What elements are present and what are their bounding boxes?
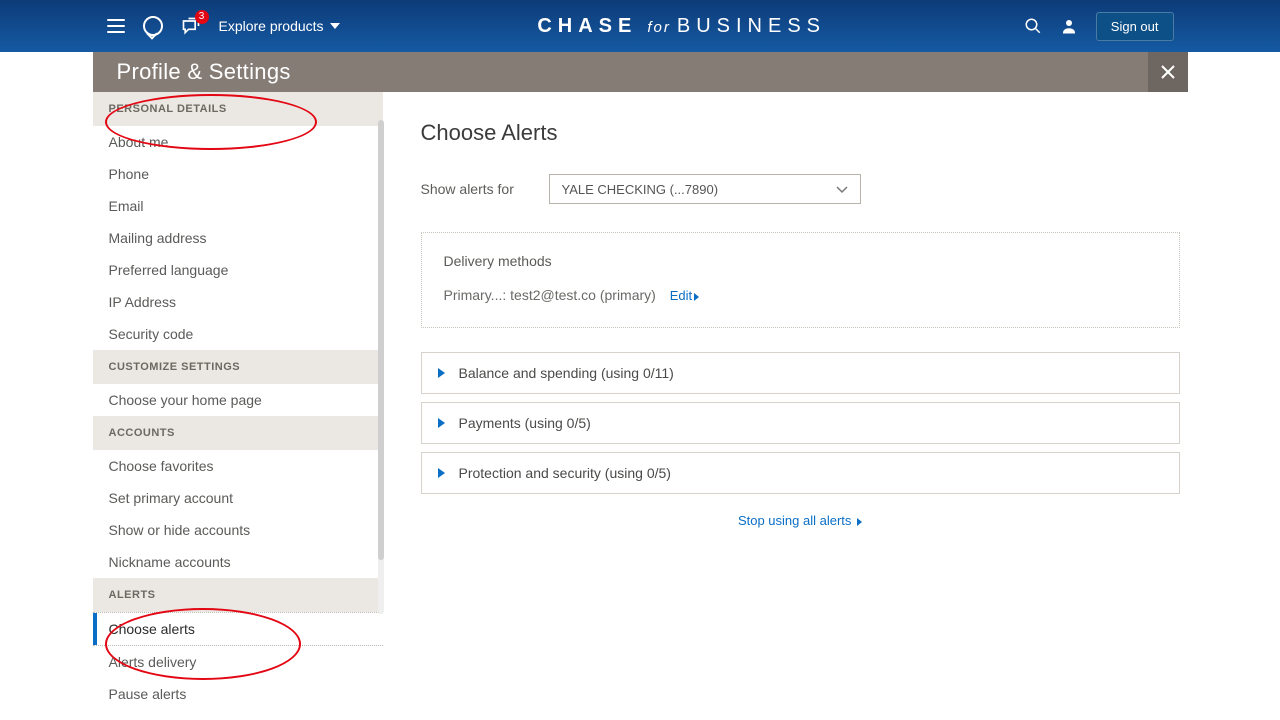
menu-icon[interactable] — [107, 19, 125, 33]
topbar: 3 Explore products CHASEforBUSINESS Sign… — [0, 0, 1280, 52]
sidebar-item[interactable]: Preferred language — [93, 254, 383, 286]
alert-category-accordion[interactable]: Protection and security (using 0/5) — [421, 452, 1180, 494]
sidebar-item[interactable]: Set primary account — [93, 482, 383, 514]
search-icon[interactable] — [1024, 17, 1042, 35]
sidebar-item[interactable]: Choose your home page — [93, 384, 383, 416]
sidebar-item[interactable]: Alerts delivery — [93, 646, 383, 678]
alert-category-accordion[interactable]: Balance and spending (using 0/11) — [421, 352, 1180, 394]
account-selected-value: YALE CHECKING (...7890) — [562, 182, 719, 197]
account-select[interactable]: YALE CHECKING (...7890) — [549, 174, 861, 204]
sidebar-item[interactable]: Nickname accounts — [93, 546, 383, 578]
messages-icon[interactable]: 3 — [181, 16, 201, 36]
caret-right-icon — [438, 468, 445, 478]
sidebar-item[interactable]: Mailing address — [93, 222, 383, 254]
sidebar-item[interactable]: Pause alerts — [93, 678, 383, 710]
sidebar-item[interactable]: Email — [93, 190, 383, 222]
explore-label: Explore products — [219, 18, 324, 34]
sign-out-button[interactable]: Sign out — [1096, 12, 1174, 41]
primary-value: test2@test.co (primary) — [510, 287, 656, 303]
sidebar-section-head: PERSONAL DETAILS — [93, 92, 383, 126]
stop-all-alerts-link[interactable]: Stop using all alerts — [738, 513, 862, 528]
alert-category-accordion[interactable]: Payments (using 0/5) — [421, 402, 1180, 444]
close-button[interactable] — [1148, 52, 1188, 92]
main-pane: Choose Alerts Show alerts for YALE CHECK… — [383, 92, 1188, 720]
page-title: Profile & Settings — [93, 59, 291, 85]
sidebar-item[interactable]: Alerts history — [93, 710, 383, 720]
delivery-head: Delivery methods — [444, 253, 1157, 269]
sidebar-scrollbar[interactable] — [376, 114, 384, 614]
explore-products-menu[interactable]: Explore products — [219, 18, 340, 34]
chevron-right-icon — [857, 518, 862, 526]
accordion-label: Protection and security (using 0/5) — [459, 465, 671, 481]
sidebar-section-head: ALERTS — [93, 578, 383, 612]
sidebar-item[interactable]: Phone — [93, 158, 383, 190]
sidebar-item[interactable]: Choose favorites — [93, 450, 383, 482]
accordion-label: Payments (using 0/5) — [459, 415, 591, 431]
page-header: Profile & Settings — [93, 52, 1188, 92]
show-alerts-label: Show alerts for — [421, 181, 549, 197]
sidebar-item[interactable]: About me — [93, 126, 383, 158]
caret-right-icon — [438, 368, 445, 378]
sidebar-item[interactable]: Security code — [93, 318, 383, 350]
delivery-methods-box: Delivery methods Primary...: test2@test.… — [421, 232, 1180, 328]
settings-sidebar: PERSONAL DETAILSAbout mePhoneEmailMailin… — [93, 92, 383, 720]
sidebar-item[interactable]: Show or hide accounts — [93, 514, 383, 546]
chevron-down-icon — [836, 182, 848, 197]
brand-logo: CHASEforBUSINESS — [340, 15, 1024, 38]
chevron-right-icon — [694, 293, 699, 301]
edit-delivery-link[interactable]: Edit — [670, 288, 699, 303]
chat-icon[interactable] — [143, 16, 163, 36]
notification-badge: 3 — [195, 10, 209, 24]
profile-icon[interactable] — [1060, 17, 1078, 35]
sidebar-item[interactable]: Choose alerts — [93, 612, 383, 646]
chevron-down-icon — [330, 23, 340, 29]
sidebar-section-head: ACCOUNTS — [93, 416, 383, 450]
primary-label: Primary...: — [444, 287, 507, 303]
sidebar-section-head: CUSTOMIZE SETTINGS — [93, 350, 383, 384]
pane-title: Choose Alerts — [421, 120, 1180, 146]
caret-right-icon — [438, 418, 445, 428]
sidebar-item[interactable]: IP Address — [93, 286, 383, 318]
accordion-label: Balance and spending (using 0/11) — [459, 365, 674, 381]
